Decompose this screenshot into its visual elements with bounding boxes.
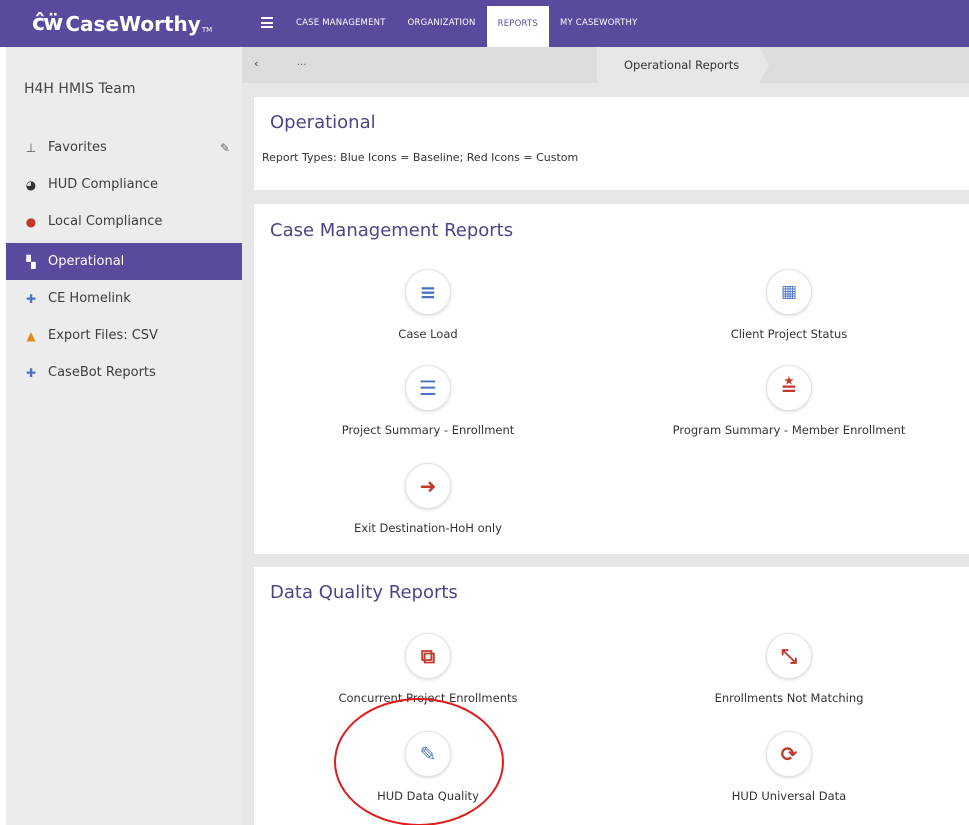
breadcrumb-ellipsis[interactable]: ... — [297, 57, 307, 68]
arrow-right-icon: ➜ — [405, 463, 451, 509]
sidebar-item-favorites[interactable]: ⊥ Favorites ✎ — [6, 129, 242, 166]
sidebar-item-label: CE Homelink — [48, 291, 131, 306]
hamburger-menu-icon[interactable] — [261, 17, 273, 28]
sidebar-item-ce-homelink[interactable]: ✚ CE Homelink — [6, 280, 242, 317]
page-title: Operational — [270, 112, 376, 133]
sidebar-item-label: Favorites — [48, 140, 107, 155]
sidebar-item-operational[interactable]: ▚ Operational — [6, 243, 242, 280]
team-name: H4H HMIS Team — [24, 81, 136, 97]
logo-icon: ĉẅ — [32, 11, 63, 36]
compress-icon: ⤡ — [766, 633, 812, 679]
report-label: Project Summary - Enrollment — [341, 423, 515, 437]
report-client-project-status[interactable]: ▦ Client Project Status — [659, 269, 919, 341]
report-label: Program Summary - Member Enrollment — [672, 423, 906, 437]
copy-icon: ⧉ — [405, 633, 451, 679]
section-title: Data Quality Reports — [270, 582, 458, 603]
sidebar-item-label: CaseBot Reports — [48, 365, 156, 380]
report-exit-destination-hoh[interactable]: ➜ Exit Destination-HoH only — [298, 463, 558, 535]
section-title: Case Management Reports — [270, 220, 514, 241]
report-types-note: Report Types: Blue Icons = Baseline; Red… — [262, 151, 579, 164]
report-concurrent-project-enrollments[interactable]: ⧉ Concurrent Project Enrollments — [298, 633, 558, 705]
numbered-list-icon: ≡ — [405, 269, 451, 315]
case-management-panel: Case Management Reports ≡ Case Load ▦ Cl… — [254, 204, 969, 554]
top-bar: ĉẅ CaseWorthy TM CASE MANAGEMENT ORGANIZ… — [0, 0, 969, 47]
annotation-circle — [334, 698, 504, 825]
sidebar-item-export-files[interactable]: ▲ Export Files: CSV — [6, 317, 242, 354]
operational-panel: Operational Report Types: Blue Icons = B… — [254, 97, 969, 190]
report-label: Case Load — [398, 327, 458, 341]
sidebar-item-label: Local Compliance — [48, 214, 163, 229]
brand-logo[interactable]: ĉẅ CaseWorthy TM — [0, 0, 242, 47]
pin-icon: ⊥ — [25, 140, 37, 155]
qr-code-icon: ▦ — [766, 269, 812, 315]
sidebar: H4H HMIS Team ⊥ Favorites ✎ ◕ HUD Compli… — [6, 47, 242, 825]
map-marker-icon: ● — [25, 214, 37, 229]
nav-case-management[interactable]: CASE MANAGEMENT — [285, 0, 397, 47]
app-window: ĉẅ CaseWorthy TM CASE MANAGEMENT ORGANIZ… — [0, 0, 969, 825]
logo-trademark: TM — [201, 25, 213, 34]
dashboard-icon: ◕ — [25, 177, 37, 192]
nav-reports[interactable]: REPORTS — [486, 6, 549, 47]
document-icon: ▚ — [26, 254, 36, 269]
report-label: Enrollments Not Matching — [714, 691, 864, 705]
report-label: Exit Destination-HoH only — [354, 521, 502, 535]
report-project-summary-enrollment[interactable]: ☰ Project Summary - Enrollment — [298, 365, 558, 437]
upload-icon: ▲ — [26, 328, 36, 343]
strikethrough-icon: ≛ — [766, 365, 812, 411]
list-icon: ☰ — [405, 365, 451, 411]
sidebar-item-label: Operational — [48, 254, 125, 269]
main-content: Operational Report Types: Blue Icons = B… — [242, 83, 969, 825]
pencil-icon[interactable]: ✎ — [220, 141, 230, 155]
report-label: Client Project Status — [730, 327, 848, 341]
top-nav: CASE MANAGEMENT ORGANIZATION REPORTS MY … — [285, 0, 649, 47]
nav-my-caseworthy[interactable]: MY CASEWORTHY — [549, 0, 649, 47]
logo-text: CaseWorthy — [65, 11, 201, 36]
sidebar-item-local-compliance[interactable]: ● Local Compliance — [6, 203, 242, 240]
nav-organization[interactable]: ORGANIZATION — [397, 0, 487, 47]
plus-icon: ✚ — [25, 365, 37, 380]
plus-icon: ✚ — [25, 291, 37, 306]
sidebar-item-hud-compliance[interactable]: ◕ HUD Compliance — [6, 166, 242, 203]
report-hud-universal-data[interactable]: ⟳ HUD Universal Data — [659, 731, 919, 803]
refresh-icon: ⟳ — [766, 731, 812, 777]
sidebar-item-label: HUD Compliance — [48, 177, 158, 192]
back-chevron-icon[interactable]: ‹ — [254, 57, 258, 70]
report-program-summary-member-enrollment[interactable]: ≛ Program Summary - Member Enrollment — [659, 365, 919, 437]
report-enrollments-not-matching[interactable]: ⤡ Enrollments Not Matching — [659, 633, 919, 705]
breadcrumb-current: Operational Reports — [597, 47, 770, 83]
report-case-load[interactable]: ≡ Case Load — [298, 269, 558, 341]
sidebar-item-label: Export Files: CSV — [48, 328, 158, 343]
report-label: HUD Universal Data — [731, 789, 847, 803]
sidebar-item-casebot-reports[interactable]: ✚ CaseBot Reports — [6, 354, 242, 391]
breadcrumb: ‹ ... Operational Reports — [242, 47, 969, 83]
